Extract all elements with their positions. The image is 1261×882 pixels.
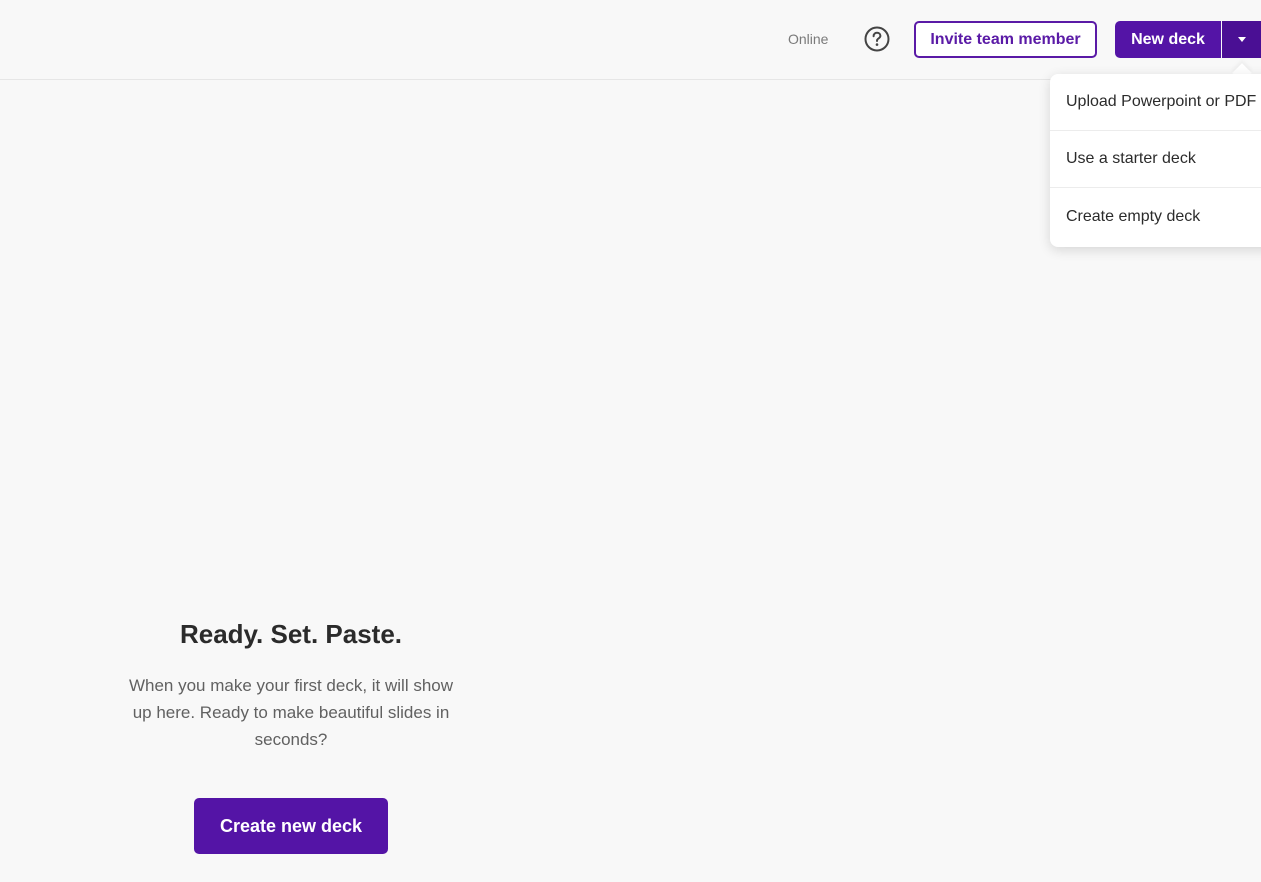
create-new-deck-button[interactable]: Create new deck: [194, 798, 388, 854]
question-circle-icon: [864, 26, 890, 52]
connection-status: Online: [788, 31, 829, 47]
invite-team-member-button[interactable]: Invite team member: [914, 21, 1097, 58]
empty-state-description: When you make your first deck, it will s…: [128, 676, 454, 749]
new-deck-button[interactable]: New deck: [1115, 21, 1221, 58]
new-deck-dropdown-menu: Upload Powerpoint or PDF Use a starter d…: [1050, 74, 1261, 247]
empty-state-title: Ready. Set. Paste.: [179, 619, 403, 649]
new-deck-split-button: New deck: [1115, 21, 1261, 58]
menu-item-create-empty-deck[interactable]: Create empty deck: [1050, 188, 1261, 245]
create-new-deck-label: Create new deck: [219, 815, 363, 836]
help-button[interactable]: [864, 26, 890, 52]
new-deck-label: New deck: [1131, 30, 1205, 48]
empty-state: Ready. Set. Paste. When you make your fi…: [111, 612, 471, 753]
menu-item-use-starter-deck[interactable]: Use a starter deck: [1050, 131, 1261, 188]
new-deck-dropdown-toggle[interactable]: [1222, 21, 1261, 58]
top-bar: Online Invite team member New deck: [0, 0, 1261, 80]
invite-button-label: Invite team member: [930, 30, 1081, 48]
menu-item-upload-powerpoint-or-pdf[interactable]: Upload Powerpoint or PDF: [1050, 74, 1261, 131]
caret-down-icon: [1237, 37, 1246, 42]
